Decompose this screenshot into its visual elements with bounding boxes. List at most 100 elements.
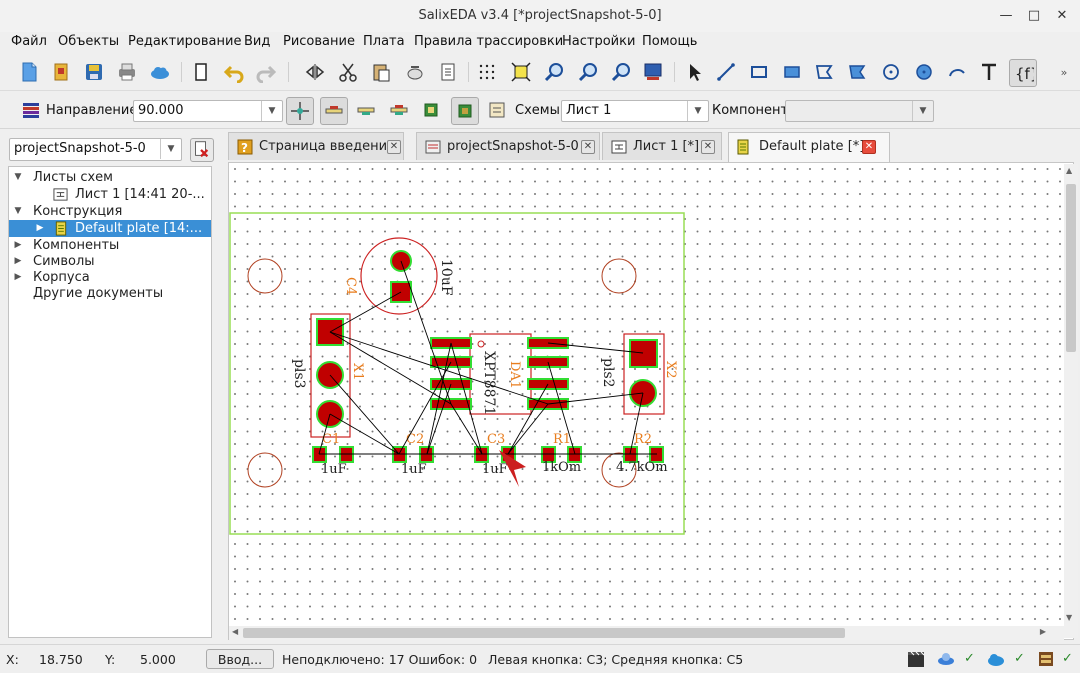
collapsed-arrow-icon[interactable]: ▶ [13, 237, 23, 254]
rectangle-icon[interactable] [746, 59, 772, 85]
c1-value: 1uF [321, 462, 347, 477]
component-combo[interactable]: ▼ [785, 100, 934, 122]
scroll-down-icon[interactable]: ▼ [1066, 613, 1072, 622]
scroll-right-icon[interactable]: ▶ [1040, 627, 1046, 636]
snap-icon[interactable] [286, 97, 314, 125]
schemes-combo[interactable]: Лист 1 ▼ [561, 100, 709, 122]
layers-icon[interactable] [18, 97, 44, 123]
direction-combo[interactable]: 90.000 ▼ [133, 100, 283, 122]
menu-board[interactable]: Плата [363, 34, 405, 49]
menu-view[interactable]: Вид [244, 34, 270, 49]
scroll-thumb[interactable] [1066, 184, 1076, 352]
zoom-in-icon[interactable] [541, 59, 567, 85]
grid-icon[interactable] [474, 59, 500, 85]
tree-item-default-plate[interactable]: ▶ Default plate [14:... [9, 220, 211, 237]
toolbar-overflow-icon[interactable]: » [1054, 59, 1074, 85]
horizontal-scrollbar[interactable]: ◀ ▶ [229, 626, 1064, 640]
bottom-layer-icon[interactable] [353, 97, 379, 123]
zoom-out-icon[interactable] [575, 59, 601, 85]
expand-arrow-icon[interactable]: ▼ [13, 169, 23, 186]
close-icon[interactable]: ✕ [862, 140, 876, 154]
schemes-value: Лист 1 [566, 103, 612, 118]
collapsed-arrow-icon[interactable]: ▶ [13, 253, 23, 270]
both-layers-icon[interactable] [386, 97, 412, 123]
scroll-left-icon[interactable]: ◀ [232, 627, 238, 636]
save-icon[interactable] [81, 59, 107, 85]
tree-item-packages[interactable]: ▶ Корпуса [9, 269, 211, 286]
filled-rectangle-icon[interactable] [779, 59, 805, 85]
zoom-area-icon[interactable] [608, 59, 634, 85]
vertical-scrollbar[interactable]: ▲ ▼ [1064, 164, 1078, 638]
redo-icon[interactable] [253, 59, 279, 85]
collapsed-arrow-icon[interactable]: ▶ [35, 220, 45, 237]
menu-settings[interactable]: Настройки [562, 34, 635, 49]
properties-icon[interactable] [435, 59, 461, 85]
library-icon[interactable] [1036, 649, 1056, 669]
tab-default-plate[interactable]: Default plate [*] ✕ [728, 132, 890, 162]
polygon-icon[interactable] [811, 59, 837, 85]
print-icon[interactable] [114, 59, 140, 85]
close-icon[interactable]: ✕ [701, 140, 715, 154]
pcb-canvas[interactable]: C4 10uF X1 pls3 X2 pls2 DA1 XPT8871 C1 1… [228, 162, 1074, 640]
menu-objects[interactable]: Объекты [58, 34, 119, 49]
3d-board-icon[interactable] [936, 649, 956, 669]
text-icon[interactable] [976, 59, 1002, 85]
clapperboard-icon[interactable] [906, 649, 926, 669]
circle-icon[interactable] [878, 59, 904, 85]
paste-icon[interactable] [368, 59, 394, 85]
tree-item-schematic-sheets[interactable]: ▼ Листы схем [9, 169, 211, 186]
zoom-fit-icon[interactable] [508, 59, 534, 85]
cloud-icon[interactable] [147, 59, 173, 85]
tree-item-components[interactable]: ▶ Компоненты [9, 237, 211, 254]
cloud-sync-icon[interactable] [986, 649, 1006, 669]
expand-arrow-icon[interactable]: ▼ [13, 203, 23, 220]
chevron-down-icon: ▼ [160, 139, 181, 159]
select-icon[interactable] [682, 59, 708, 85]
title-bar: SalixEDA v3.4 [*projectSnapshot-5-0] — □… [0, 0, 1080, 32]
menu-help[interactable]: Помощь [642, 34, 697, 49]
tab-project[interactable]: projectSnapshot-5-0 ✕ [416, 132, 600, 160]
undo-icon[interactable] [221, 59, 247, 85]
new-file-icon[interactable] [16, 59, 42, 85]
filled-polygon-icon[interactable] [844, 59, 870, 85]
3d-view-icon[interactable] [640, 59, 666, 85]
tree-item-symbols[interactable]: ▶ Символы [9, 253, 211, 270]
schematic-icon[interactable] [484, 97, 510, 123]
tree-item-sheet-1[interactable]: Лист 1 [14:41 20-... [9, 186, 211, 203]
scroll-up-icon[interactable]: ▲ [1066, 166, 1072, 175]
minimize-button[interactable]: — [996, 6, 1016, 26]
filled-circle-icon[interactable] [911, 59, 937, 85]
brush-icon[interactable] [402, 59, 428, 85]
field-icon[interactable]: {f} [1009, 59, 1037, 87]
menu-file[interactable]: Файл [11, 34, 47, 49]
c4-label: C4 [343, 277, 358, 295]
open-file-icon[interactable] [48, 59, 74, 85]
c3-label: C3 [487, 432, 505, 447]
close-button[interactable]: ✕ [1052, 6, 1072, 26]
collapsed-arrow-icon[interactable]: ▶ [13, 269, 23, 286]
mirror-icon[interactable] [302, 59, 328, 85]
close-project-button[interactable] [190, 138, 214, 162]
close-icon[interactable]: ✕ [387, 140, 401, 154]
close-icon[interactable]: ✕ [581, 140, 595, 154]
tree-item-construction[interactable]: ▼ Конструкция [9, 203, 211, 220]
project-tree[interactable]: ▼ Листы схем Лист 1 [14:41 20-... ▼ Конс… [8, 166, 212, 638]
tree-item-other-documents[interactable]: Другие документы [9, 285, 211, 302]
menu-draw[interactable]: Рисование [283, 34, 355, 49]
arc-icon[interactable] [944, 59, 970, 85]
project-selector[interactable]: projectSnapshot-5-0 ▼ [9, 138, 182, 161]
component-icon[interactable] [418, 97, 444, 123]
page-icon[interactable] [188, 59, 214, 85]
scroll-thumb[interactable] [243, 628, 845, 638]
chip-icon[interactable] [451, 97, 479, 125]
top-layer-icon[interactable] [320, 97, 348, 125]
maximize-button[interactable]: □ [1024, 6, 1044, 26]
cut-icon[interactable] [335, 59, 361, 85]
line-icon[interactable] [713, 59, 739, 85]
menu-edit[interactable]: Редактирование [128, 34, 241, 49]
input-button[interactable]: Ввод... [206, 649, 274, 669]
tab-intro-page[interactable]: ? Страница введения ✕ [228, 132, 404, 160]
menu-routing-rules[interactable]: Правила трассировки [414, 34, 563, 49]
pcb-drawing[interactable]: C4 10uF X1 pls3 X2 pls2 DA1 XPT8871 C1 1… [229, 163, 1074, 640]
tab-sheet-1[interactable]: Лист 1 [*] ✕ [602, 132, 722, 160]
